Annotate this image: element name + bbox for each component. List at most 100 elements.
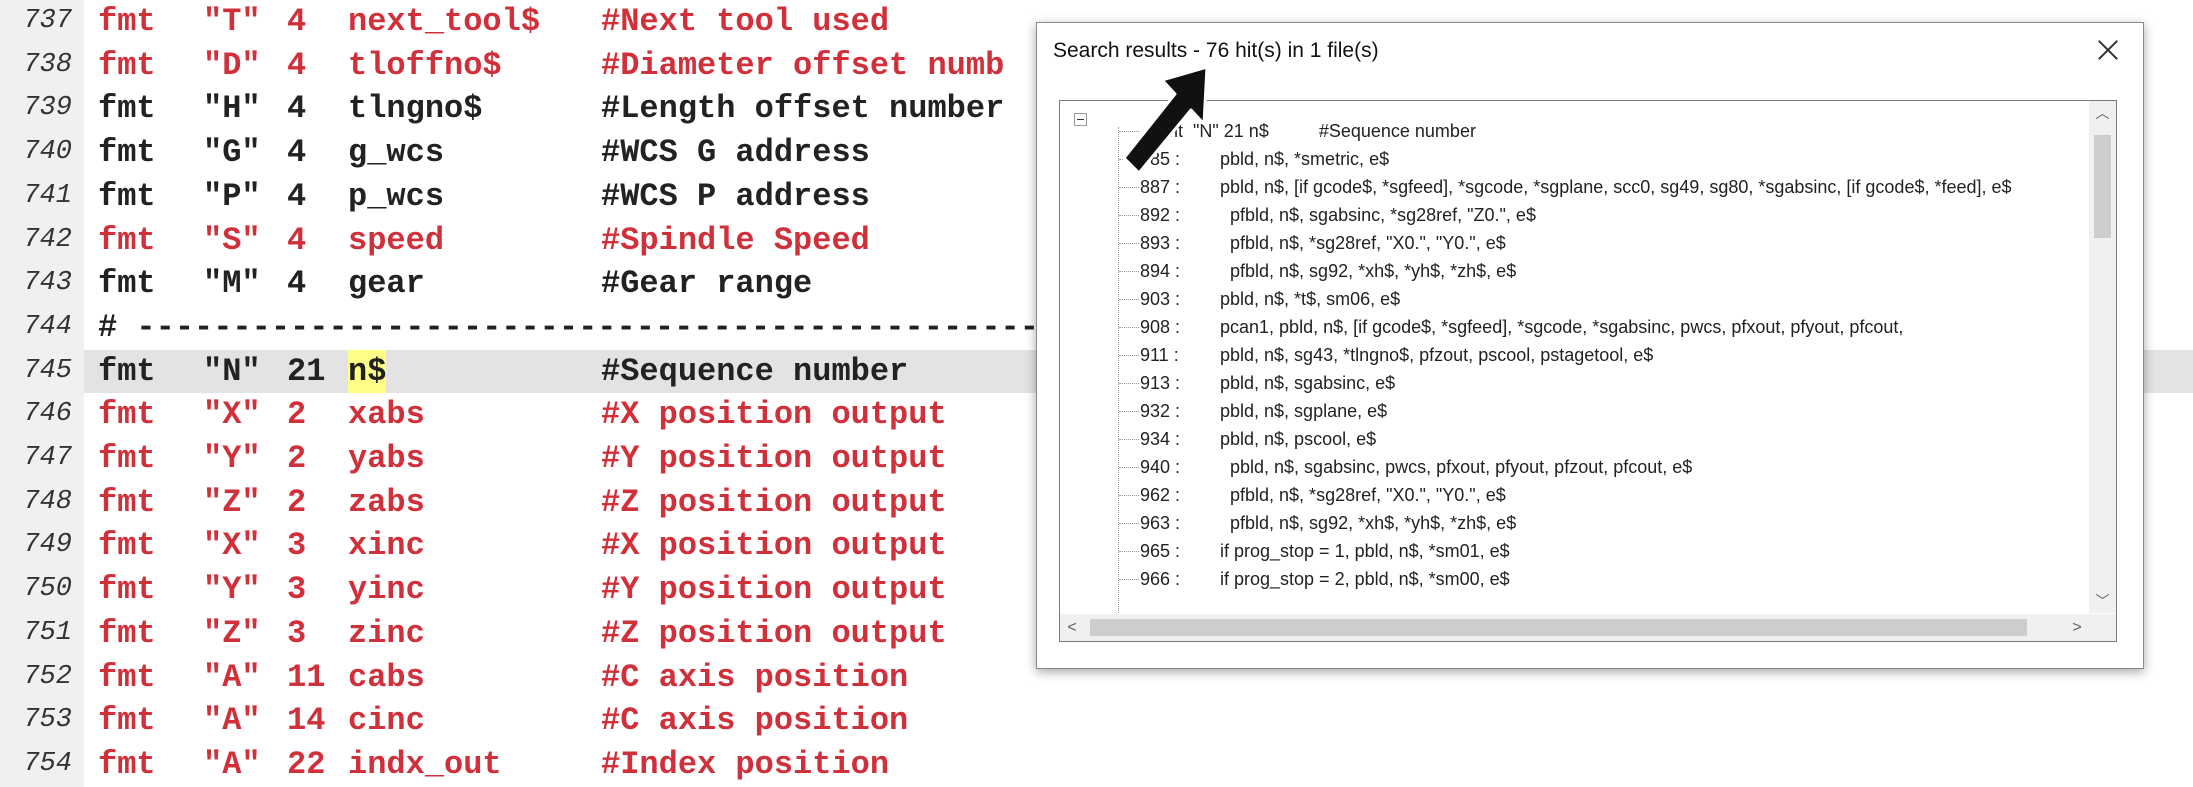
keyword-fmt: fmt <box>98 177 156 215</box>
result-text: pbld, n$, pscool, e$ <box>1220 429 1377 449</box>
result-text: pbld, n$, sg43, *tlngno$, pfzout, pscool… <box>1220 345 1654 365</box>
result-text: pbld, n$, sgplane, e$ <box>1220 401 1388 421</box>
string-literal: "S" <box>203 221 261 259</box>
result-text: pbld, n$, [if gcode$, *sgfeed], *sgcode,… <box>1220 177 2012 197</box>
line-number: 753 <box>23 705 72 736</box>
line-number: 738 <box>23 49 72 80</box>
result-text: if prog_stop = 1, pbld, n$, *sm01, e$ <box>1220 541 1510 561</box>
scroll-right-icon[interactable]: > <box>2065 614 2089 641</box>
result-line-number: 962 : <box>1140 485 1181 505</box>
result-text: pbld, n$, *t$, sm06, e$ <box>1220 289 1401 309</box>
number-literal: 2 <box>287 396 307 434</box>
comment-text: #C axis position <box>601 658 909 696</box>
keyword-fmt: fmt <box>98 483 156 521</box>
result-text: : fmt "N" 21 n$ #Sequence number <box>1148 121 1476 141</box>
search-results-tree[interactable]: : fmt "N" 21 n$ #Sequence number 885 : pbl… <box>1059 100 2117 642</box>
code-line[interactable]: 754 fmt "A" 22 indx_out #Index position <box>0 743 2193 787</box>
comment-text: #Gear range <box>601 265 813 303</box>
variable-name: g_wcs <box>348 134 445 172</box>
result-line-number: 885 : <box>1140 149 1181 169</box>
result-text: pfbld, n$, sg92, *xh$, *yh$, *zh$, e$ <box>1220 513 1517 533</box>
variable-name: xabs <box>348 396 425 434</box>
number-literal: 21 <box>287 352 326 390</box>
variable-name: gear <box>348 265 425 303</box>
number-literal: 14 <box>287 702 326 740</box>
comment-text: #Next tool used <box>601 3 890 40</box>
result-text: pfbld, n$, sg92, *xh$, *yh$, *zh$, e$ <box>1220 261 1517 281</box>
variable-name: n$ <box>348 349 387 394</box>
horizontal-scrollbar[interactable]: < > <box>1060 614 2116 641</box>
tree-branch <box>1119 243 1139 244</box>
number-literal: 4 <box>287 134 307 172</box>
result-line-number: 887 : <box>1140 177 1181 197</box>
scroll-left-icon[interactable]: < <box>1060 614 1084 641</box>
number-literal: 2 <box>287 483 307 521</box>
code-line[interactable]: 753 fmt "A" 14 cinc #C axis position <box>0 699 2193 743</box>
keyword-fmt: fmt <box>98 90 156 128</box>
keyword-fmt: fmt <box>98 440 156 477</box>
keyword-fmt: fmt <box>98 46 156 84</box>
scroll-up-icon[interactable]: ︿ <box>2089 101 2116 125</box>
number-literal: 4 <box>287 265 307 303</box>
tree-branch <box>1119 551 1139 552</box>
vertical-scroll-thumb[interactable] <box>2094 135 2111 238</box>
comment-text: #X position output <box>601 396 947 434</box>
string-literal: "Z" <box>203 614 261 652</box>
variable-name: zabs <box>348 483 425 521</box>
line-number: 747 <box>23 443 72 473</box>
result-text: pcan1, pbld, n$, [if gcode$, *sgfeed], *… <box>1220 317 1904 337</box>
result-text: pfbld, n$, *sg28ref, "X0.", "Y0.", e$ <box>1220 233 1506 253</box>
tree-branch <box>1119 383 1139 384</box>
keyword-fmt: fmt <box>98 352 156 390</box>
result-line-number: 903 : <box>1140 289 1181 309</box>
keyword-fmt: fmt <box>98 221 156 259</box>
comment-text: #Spindle Speed <box>601 221 870 259</box>
string-literal: "M" <box>203 265 261 303</box>
string-literal: "X" <box>203 527 261 565</box>
horizontal-scroll-thumb[interactable] <box>1090 619 2027 636</box>
tree-branch <box>1119 579 1139 580</box>
comment-text: #Z position output <box>601 614 947 652</box>
string-literal: "A" <box>203 745 261 783</box>
result-line-number: 892 : <box>1140 205 1181 225</box>
comment-text: #Sequence number <box>601 352 909 390</box>
result-text: pfbld, n$, sgabsinc, *sg28ref, "Z0.", e$ <box>1220 205 1536 225</box>
collapse-icon[interactable] <box>1074 113 1087 126</box>
keyword-fmt: fmt <box>98 658 156 696</box>
keyword-fmt: fmt <box>98 527 156 565</box>
line-number: 752 <box>23 661 72 692</box>
variable-name: indx_out <box>348 745 502 783</box>
line-number: 740 <box>23 137 72 168</box>
keyword-fmt: fmt <box>98 134 156 172</box>
string-literal: "N" <box>203 352 261 390</box>
comment-text: #Y position output <box>601 571 947 609</box>
tree-branch <box>1119 495 1139 496</box>
string-literal: "X" <box>203 396 261 434</box>
tree-branch <box>1119 159 1139 160</box>
number-literal: 4 <box>287 90 307 128</box>
tree-branch <box>1119 523 1139 524</box>
close-icon[interactable] <box>2095 37 2121 63</box>
string-literal: "D" <box>203 46 261 84</box>
tree-branch <box>1119 131 1139 132</box>
keyword-fmt: fmt <box>98 571 156 609</box>
line-number: 745 <box>23 355 72 386</box>
comment-text: #Index position <box>601 745 890 783</box>
scroll-down-icon[interactable]: ﹀ <box>2089 589 2116 613</box>
number-literal: 4 <box>287 46 307 84</box>
tree-branch <box>1119 271 1139 272</box>
result-text: pbld, n$, *smetric, e$ <box>1220 149 1390 169</box>
tree-branch <box>1119 215 1139 216</box>
result-line-number: 966 : <box>1140 569 1181 589</box>
vertical-scrollbar[interactable]: ︿ ﹀ <box>2089 101 2116 613</box>
keyword-fmt: fmt <box>98 745 156 783</box>
line-number: 743 <box>23 268 72 299</box>
string-literal: "Y" <box>203 571 261 609</box>
line-number: 737 <box>23 6 72 36</box>
result-line-number: 913 : <box>1140 373 1181 393</box>
comment-text: #Z position output <box>601 483 947 521</box>
variable-name: tlngno$ <box>348 90 483 128</box>
line-number: 739 <box>23 93 72 124</box>
tree-branch <box>1119 187 1139 188</box>
comment-text: #Diameter offset numb <box>601 46 1005 84</box>
